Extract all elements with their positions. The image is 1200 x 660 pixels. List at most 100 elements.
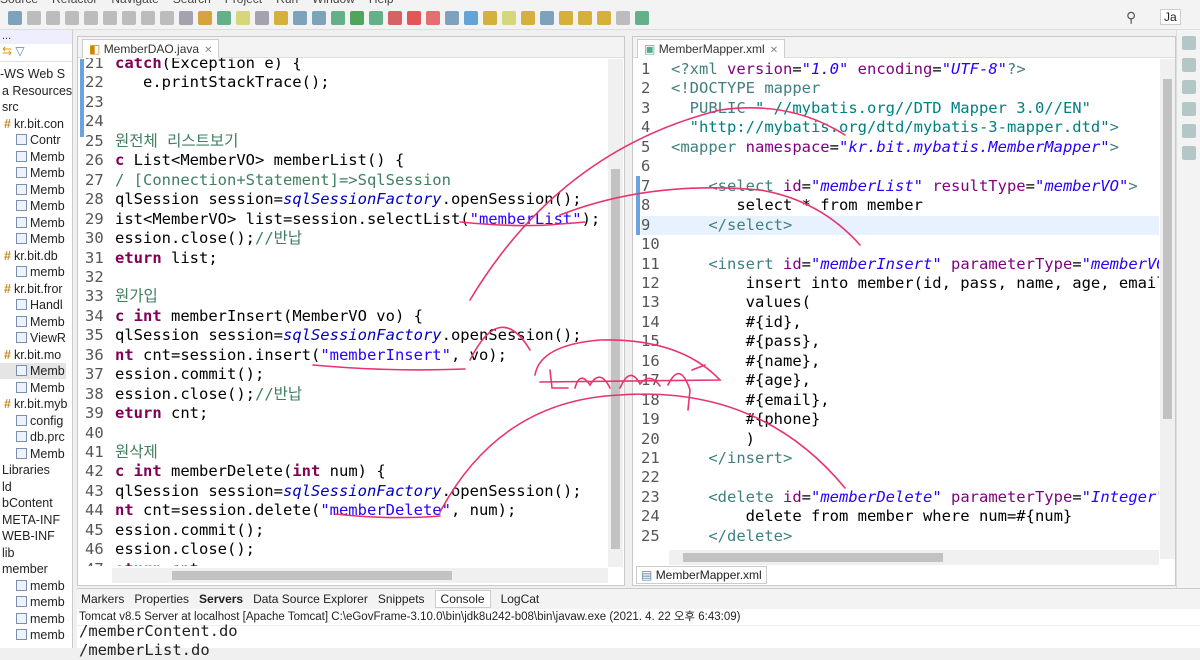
disconnect-icon[interactable] [103, 10, 117, 25]
open-type-icon[interactable] [483, 10, 497, 25]
tree-item[interactable]: memb [0, 578, 65, 594]
tree-item[interactable]: Memb [0, 231, 65, 247]
tree-item[interactable]: Memb [0, 380, 65, 396]
view-icon[interactable] [1182, 58, 1196, 72]
link-editor-icon[interactable]: ⇆ [2, 44, 12, 58]
tab-properties[interactable]: Properties [134, 592, 189, 606]
skip-icon[interactable] [27, 10, 41, 25]
search-file-icon[interactable] [540, 10, 554, 25]
tree-item[interactable]: Libraries [0, 462, 50, 478]
tree-item[interactable]: ld [0, 479, 12, 495]
tab-membermapper-xml[interactable]: ▣ MemberMapper.xml ✕ [637, 39, 786, 58]
tree-item[interactable]: # kr.bit.fror [0, 281, 63, 297]
show-whitespace-icon[interactable] [293, 10, 307, 25]
view-icon[interactable] [1182, 146, 1196, 160]
code-token: ession.close(); [115, 229, 255, 248]
tree-item[interactable]: lib [0, 545, 15, 561]
new-window-icon[interactable] [635, 10, 649, 25]
debug-icon[interactable] [331, 10, 345, 25]
view-icon[interactable] [1182, 102, 1196, 116]
tab-servers[interactable]: Servers [199, 592, 243, 606]
tab-logcat[interactable]: LogCat [501, 592, 540, 606]
tree-item[interactable]: -WS Web S [0, 66, 65, 82]
forward-icon[interactable] [616, 10, 630, 25]
java-horizontal-scrollbar[interactable] [112, 568, 608, 583]
tree-item[interactable]: a Resources [0, 83, 72, 99]
prev-annotation-icon[interactable] [578, 10, 592, 25]
tree-item[interactable]: # kr.bit.myb [0, 396, 67, 412]
console-output[interactable]: /memberContent.do/memberList.do [79, 622, 238, 660]
tree-item[interactable]: # kr.bit.mo [0, 347, 61, 363]
use-filters-icon[interactable] [198, 10, 212, 25]
xml-vertical-scrollbar[interactable] [1160, 59, 1175, 559]
xml-source-tab[interactable]: ▤ MemberMapper.xml [636, 566, 767, 584]
profile-icon[interactable] [388, 10, 402, 25]
search-icon[interactable] [8, 10, 22, 25]
tree-item[interactable]: # kr.bit.con [0, 116, 64, 132]
tree-item[interactable]: # kr.bit.db [0, 248, 58, 264]
tree-item[interactable]: db.prc [0, 429, 65, 445]
view-icon[interactable] [1182, 36, 1196, 50]
tab-data-source-explorer[interactable]: Data Source Explorer [253, 592, 368, 606]
search-icon[interactable]: ⚲ [1126, 9, 1136, 26]
tree-item[interactable]: Memb [0, 215, 65, 231]
tab-markers[interactable]: Markers [81, 592, 124, 606]
step-over-icon[interactable] [141, 10, 155, 25]
close-tab-icon[interactable]: ✕ [204, 45, 212, 56]
tree-item[interactable]: member [0, 561, 48, 577]
launch-icon[interactable] [426, 10, 440, 25]
block-selection-icon[interactable] [255, 10, 269, 25]
tree-item[interactable]: Memb [0, 363, 66, 379]
java-code[interactable]: 21 catch(Exception e) {22 e.printStackTra… [85, 58, 605, 566]
tree-item[interactable]: Memb [0, 182, 65, 198]
java-vertical-scrollbar[interactable] [608, 59, 623, 567]
xml-code[interactable]: 1 <?xml version="1.0" encoding="UTF-8"?> 2… [641, 59, 1159, 567]
stop-server-icon[interactable] [407, 10, 421, 25]
new-server-icon[interactable] [445, 10, 459, 25]
tree-item[interactable]: src [0, 99, 19, 115]
close-tab-icon[interactable]: ✕ [770, 45, 778, 56]
tree-item[interactable]: WEB-INF [0, 528, 55, 544]
tree-item[interactable]: Memb [0, 165, 65, 181]
stop-icon[interactable] [84, 10, 98, 25]
tab-memberdao-java[interactable]: ◧ MemberDAO.java ✕ [82, 39, 220, 58]
next-annotation-icon[interactable] [559, 10, 573, 25]
globe-icon[interactable] [464, 10, 478, 25]
xml-horizontal-scrollbar[interactable] [669, 550, 1159, 565]
step-return-icon[interactable] [160, 10, 174, 25]
step-into-icon[interactable] [122, 10, 136, 25]
tree-item[interactable]: Contr [0, 132, 61, 148]
tree-item[interactable]: memb [0, 611, 65, 627]
open-task-icon[interactable] [502, 10, 516, 25]
view-icon[interactable] [1182, 80, 1196, 94]
toggle-breadcrumb-icon[interactable] [217, 10, 231, 25]
tree-item[interactable]: memb [0, 594, 65, 610]
project-explorer-tab[interactable]: ... [0, 30, 72, 44]
mark-occurrences-icon[interactable] [236, 10, 250, 25]
tab-console[interactable]: Console [434, 590, 491, 608]
view-icon[interactable] [1182, 124, 1196, 138]
filter-icon[interactable]: ▽ [15, 44, 24, 58]
pilcrow-icon[interactable] [312, 10, 326, 25]
tree-item[interactable]: config [0, 413, 63, 429]
tree-item[interactable]: Handl [0, 297, 63, 313]
tree-item[interactable]: Memb [0, 198, 65, 214]
tree-item[interactable]: memb [0, 264, 65, 280]
back-icon[interactable] [597, 10, 611, 25]
tree-item[interactable]: META-INF [0, 512, 60, 528]
tree-item[interactable]: memb [0, 627, 65, 643]
run-icon[interactable] [350, 10, 364, 25]
resume-icon[interactable] [46, 10, 60, 25]
tree-item[interactable]: Memb [0, 149, 65, 165]
tree-item[interactable]: ViewR [0, 330, 66, 346]
tab-snippets[interactable]: Snippets [378, 592, 425, 606]
suspend-icon[interactable] [65, 10, 79, 25]
tree-item[interactable]: Memb [0, 314, 65, 330]
run-server-icon[interactable] [369, 10, 383, 25]
tree-item[interactable]: Memb [0, 446, 65, 462]
tree-item[interactable]: bContent [0, 495, 53, 511]
open-folder-icon[interactable] [521, 10, 535, 25]
java-perspective-button[interactable]: Ja [1160, 9, 1181, 25]
drop-frame-icon[interactable] [179, 10, 193, 25]
annotation-icon[interactable] [274, 10, 288, 25]
